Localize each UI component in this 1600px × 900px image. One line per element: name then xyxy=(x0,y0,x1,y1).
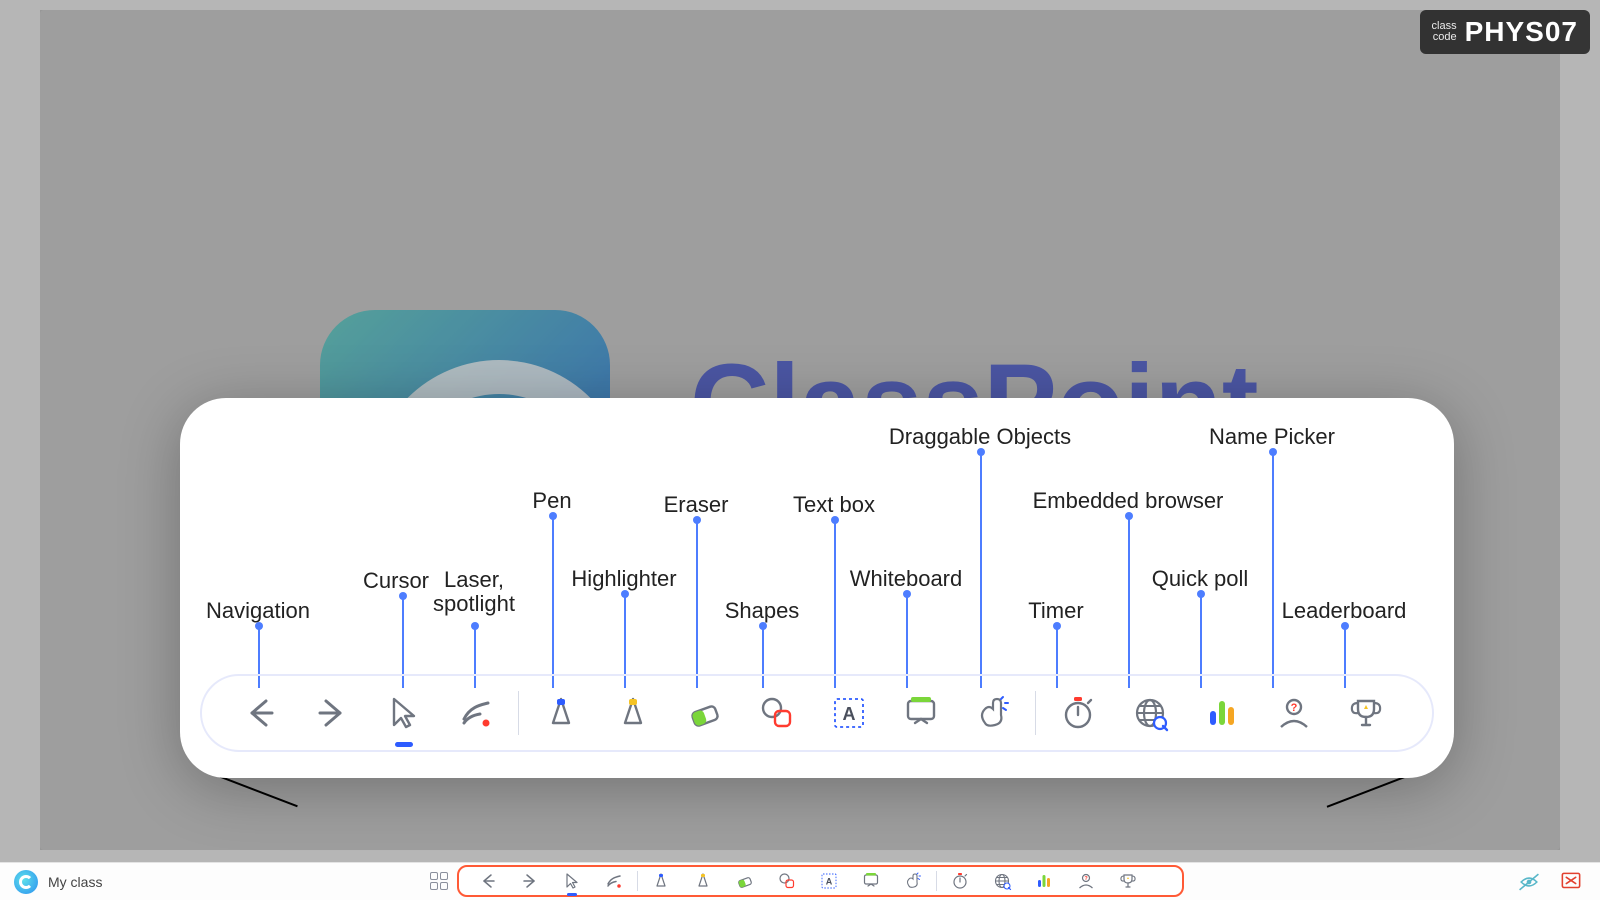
embedded-browser-tool[interactable] xyxy=(1114,683,1186,743)
label-shapes: Shapes xyxy=(725,598,800,624)
my-class-button[interactable]: My class xyxy=(14,870,102,894)
toolbar-callout-panel: Navigation Cursor Laser,spotlight Pen Hi… xyxy=(180,398,1454,778)
exit-slideshow-icon[interactable] xyxy=(1560,871,1582,893)
label-draggable: Draggable Objects xyxy=(889,424,1071,450)
class-code-value: PHYS07 xyxy=(1465,16,1578,48)
nav-next-button[interactable] xyxy=(509,867,551,895)
quick-poll-tool[interactable] xyxy=(1023,867,1065,895)
slide-grid-button[interactable] xyxy=(430,872,448,890)
cursor-tool[interactable] xyxy=(551,867,593,895)
cursor-tool[interactable] xyxy=(368,683,440,743)
label-highlighter: Highlighter xyxy=(571,566,676,592)
leaderboard-tool[interactable] xyxy=(1330,683,1402,743)
leaderboard-tool[interactable] xyxy=(1107,867,1149,895)
nav-prev-button[interactable] xyxy=(467,867,509,895)
pen-tool[interactable] xyxy=(525,683,597,743)
label-namepicker: Name Picker xyxy=(1209,424,1335,450)
zoomed-toolbar xyxy=(200,674,1434,752)
draggable-objects-tool[interactable] xyxy=(892,867,934,895)
eraser-tool[interactable] xyxy=(669,683,741,743)
embedded-browser-tool[interactable] xyxy=(981,867,1023,895)
toolbar-separator xyxy=(518,691,519,735)
textbox-tool[interactable] xyxy=(808,867,850,895)
textbox-tool[interactable] xyxy=(813,683,885,743)
laser-spotlight-tool[interactable] xyxy=(440,683,512,743)
whiteboard-tool[interactable] xyxy=(885,683,957,743)
shapes-tool[interactable] xyxy=(741,683,813,743)
hide-toolbar-icon[interactable] xyxy=(1518,871,1540,893)
nav-prev-button[interactable] xyxy=(224,683,296,743)
highlighter-tool[interactable] xyxy=(597,683,669,743)
label-cursor: Cursor xyxy=(363,568,429,594)
eraser-tool[interactable] xyxy=(724,867,766,895)
label-pen: Pen xyxy=(532,488,571,514)
live-toolbar xyxy=(457,865,1184,897)
toolbar-separator xyxy=(1035,691,1036,735)
quick-poll-tool[interactable] xyxy=(1186,683,1258,743)
highlighter-tool[interactable] xyxy=(682,867,724,895)
draggable-objects-tool[interactable] xyxy=(957,683,1029,743)
shapes-tool[interactable] xyxy=(766,867,808,895)
pen-tool[interactable] xyxy=(640,867,682,895)
my-class-label: My class xyxy=(48,874,102,890)
label-leaderboard: Leaderboard xyxy=(1282,598,1407,624)
label-textbox: Text box xyxy=(793,492,875,518)
label-laser: Laser,spotlight xyxy=(433,568,515,616)
label-timer: Timer xyxy=(1028,598,1083,624)
laser-spotlight-tool[interactable] xyxy=(593,867,635,895)
whiteboard-tool[interactable] xyxy=(850,867,892,895)
timer-tool[interactable] xyxy=(1042,683,1114,743)
label-whiteboard: Whiteboard xyxy=(850,566,963,592)
class-code-label: class code xyxy=(1432,21,1457,43)
timer-tool[interactable] xyxy=(939,867,981,895)
name-picker-tool[interactable] xyxy=(1065,867,1107,895)
label-navigation: Navigation xyxy=(206,598,310,624)
label-eraser: Eraser xyxy=(664,492,729,518)
label-quickpoll: Quick poll xyxy=(1152,566,1249,592)
label-browser: Embedded browser xyxy=(1033,488,1224,514)
classpoint-icon xyxy=(14,870,38,894)
nav-next-button[interactable] xyxy=(296,683,368,743)
name-picker-tool[interactable] xyxy=(1258,683,1330,743)
class-code-badge[interactable]: class code PHYS07 xyxy=(1420,10,1590,54)
